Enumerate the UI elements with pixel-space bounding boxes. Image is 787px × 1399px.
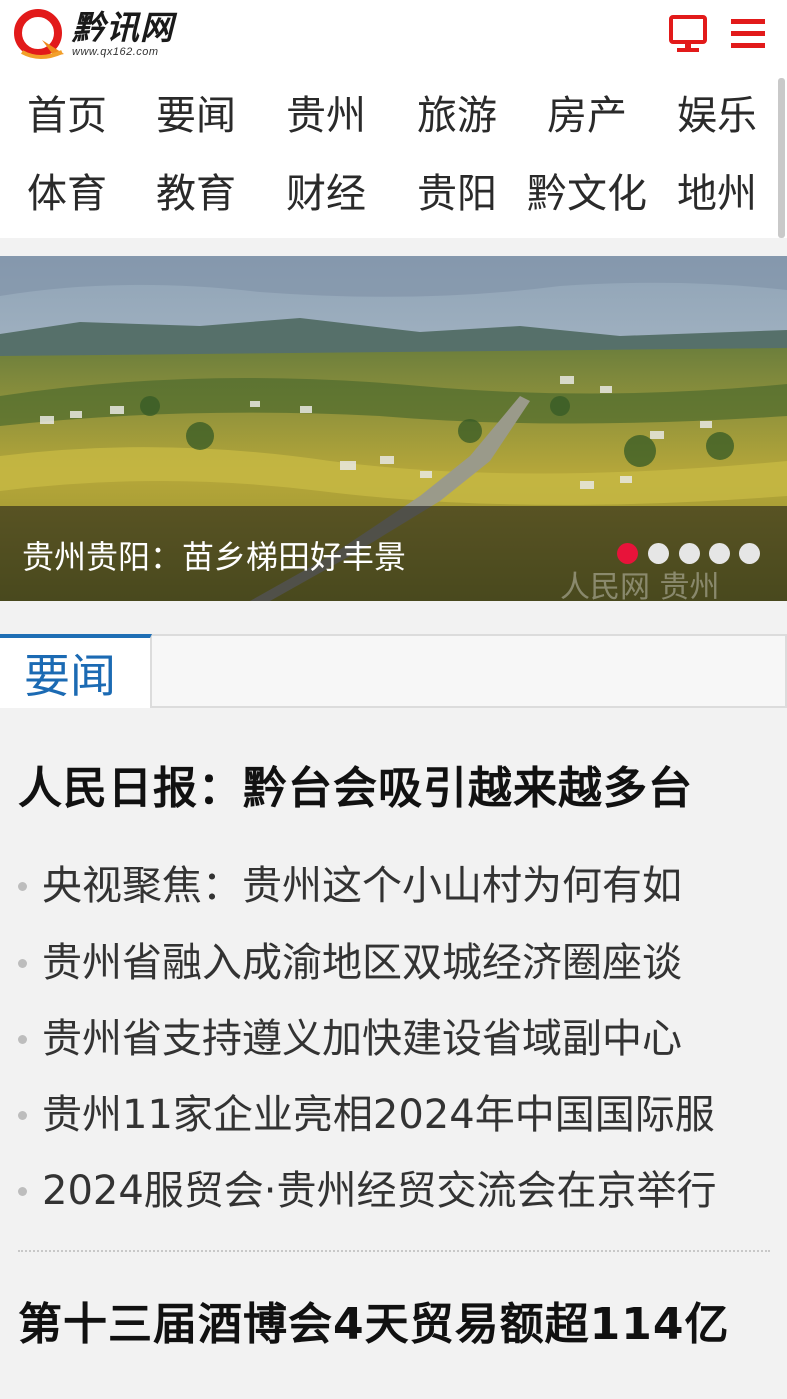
- nav-item-entertainment[interactable]: 娱乐: [652, 92, 782, 140]
- carousel-dot-2[interactable]: [648, 543, 669, 564]
- nav-item-education[interactable]: 教育: [131, 170, 261, 218]
- carousel-dot-4[interactable]: [709, 543, 730, 564]
- news-divider: [18, 1250, 770, 1252]
- carousel-dot-3[interactable]: [679, 543, 700, 564]
- carousel-dot-1[interactable]: [617, 543, 638, 564]
- nav-item-guizhou[interactable]: 贵州: [261, 92, 391, 140]
- site-url: www.qx162.com: [72, 45, 159, 58]
- news-item-2[interactable]: 贵州省融入成渝地区双城经济圈座谈: [18, 935, 778, 991]
- headline-2[interactable]: 第十三届酒博会4天贸易额超114亿: [18, 1288, 729, 1352]
- site-logo[interactable]: 黔讯网 www.qx162.com: [12, 6, 174, 62]
- news-item-4[interactable]: 贵州11家企业亮相2024年中国国际服: [18, 1087, 778, 1143]
- bullet-icon: [18, 959, 27, 968]
- tab-top-news-label[interactable]: 要闻: [24, 648, 116, 704]
- news-item-text[interactable]: 央视聚焦：贵州这个小山村为何有如: [42, 858, 682, 914]
- hamburger-menu-icon[interactable]: [728, 14, 768, 54]
- nav-item-finance[interactable]: 财经: [261, 170, 391, 218]
- nav-item-sports[interactable]: 体育: [2, 170, 132, 218]
- banner-carousel[interactable]: 人民网 贵州 贵州贵阳：苗乡梯田好丰景: [0, 256, 787, 601]
- nav-item-travel[interactable]: 旅游: [392, 92, 522, 140]
- bullet-icon: [18, 1187, 27, 1196]
- nav-item-top-news[interactable]: 要闻: [131, 92, 261, 140]
- news-item-3[interactable]: 贵州省支持遵义加快建设省域副中心: [18, 1011, 778, 1067]
- bullet-icon: [18, 1111, 27, 1120]
- news-item-text[interactable]: 贵州省支持遵义加快建设省域副中心: [42, 1011, 682, 1067]
- bullet-icon: [18, 882, 27, 891]
- news-item-1[interactable]: 央视聚焦：贵州这个小山村为何有如: [18, 858, 778, 914]
- logo-mark-icon: [12, 6, 72, 62]
- bullet-icon: [18, 1035, 27, 1044]
- site-name: 黔讯网: [72, 7, 174, 47]
- page-scrollbar[interactable]: [778, 78, 785, 238]
- category-nav: 首页 要闻 贵州 旅游 房产 娱乐 体育 教育 财经 贵阳 黔文化 地州: [0, 68, 787, 238]
- news-item-text[interactable]: 贵州省融入成渝地区双城经济圈座谈: [42, 935, 682, 991]
- desktop-monitor-icon[interactable]: [668, 14, 708, 54]
- nav-item-guiyang[interactable]: 贵阳: [392, 170, 522, 218]
- news-item-text[interactable]: 贵州11家企业亮相2024年中国国际服: [42, 1087, 715, 1143]
- nav-item-qian-culture[interactable]: 黔文化: [522, 170, 652, 218]
- carousel-dot-5[interactable]: [739, 543, 760, 564]
- news-item-5[interactable]: 2024服贸会·贵州经贸交流会在京举行: [18, 1163, 778, 1219]
- nav-item-prefectures[interactable]: 地州: [652, 170, 782, 218]
- nav-item-home[interactable]: 首页: [2, 92, 132, 140]
- news-item-text[interactable]: 2024服贸会·贵州经贸交流会在京举行: [42, 1163, 717, 1219]
- logo-text: 黔讯网 www.qx162.com: [72, 11, 174, 58]
- banner-caption[interactable]: 贵州贵阳：苗乡梯田好丰景: [22, 532, 406, 578]
- headline-1[interactable]: 人民日报：黔台会吸引越来越多台: [18, 752, 693, 816]
- banner-watermark: 人民网 贵州: [560, 570, 720, 601]
- nav-item-realestate[interactable]: 房产: [522, 92, 652, 140]
- top-header: 黔讯网 www.qx162.com: [0, 0, 787, 68]
